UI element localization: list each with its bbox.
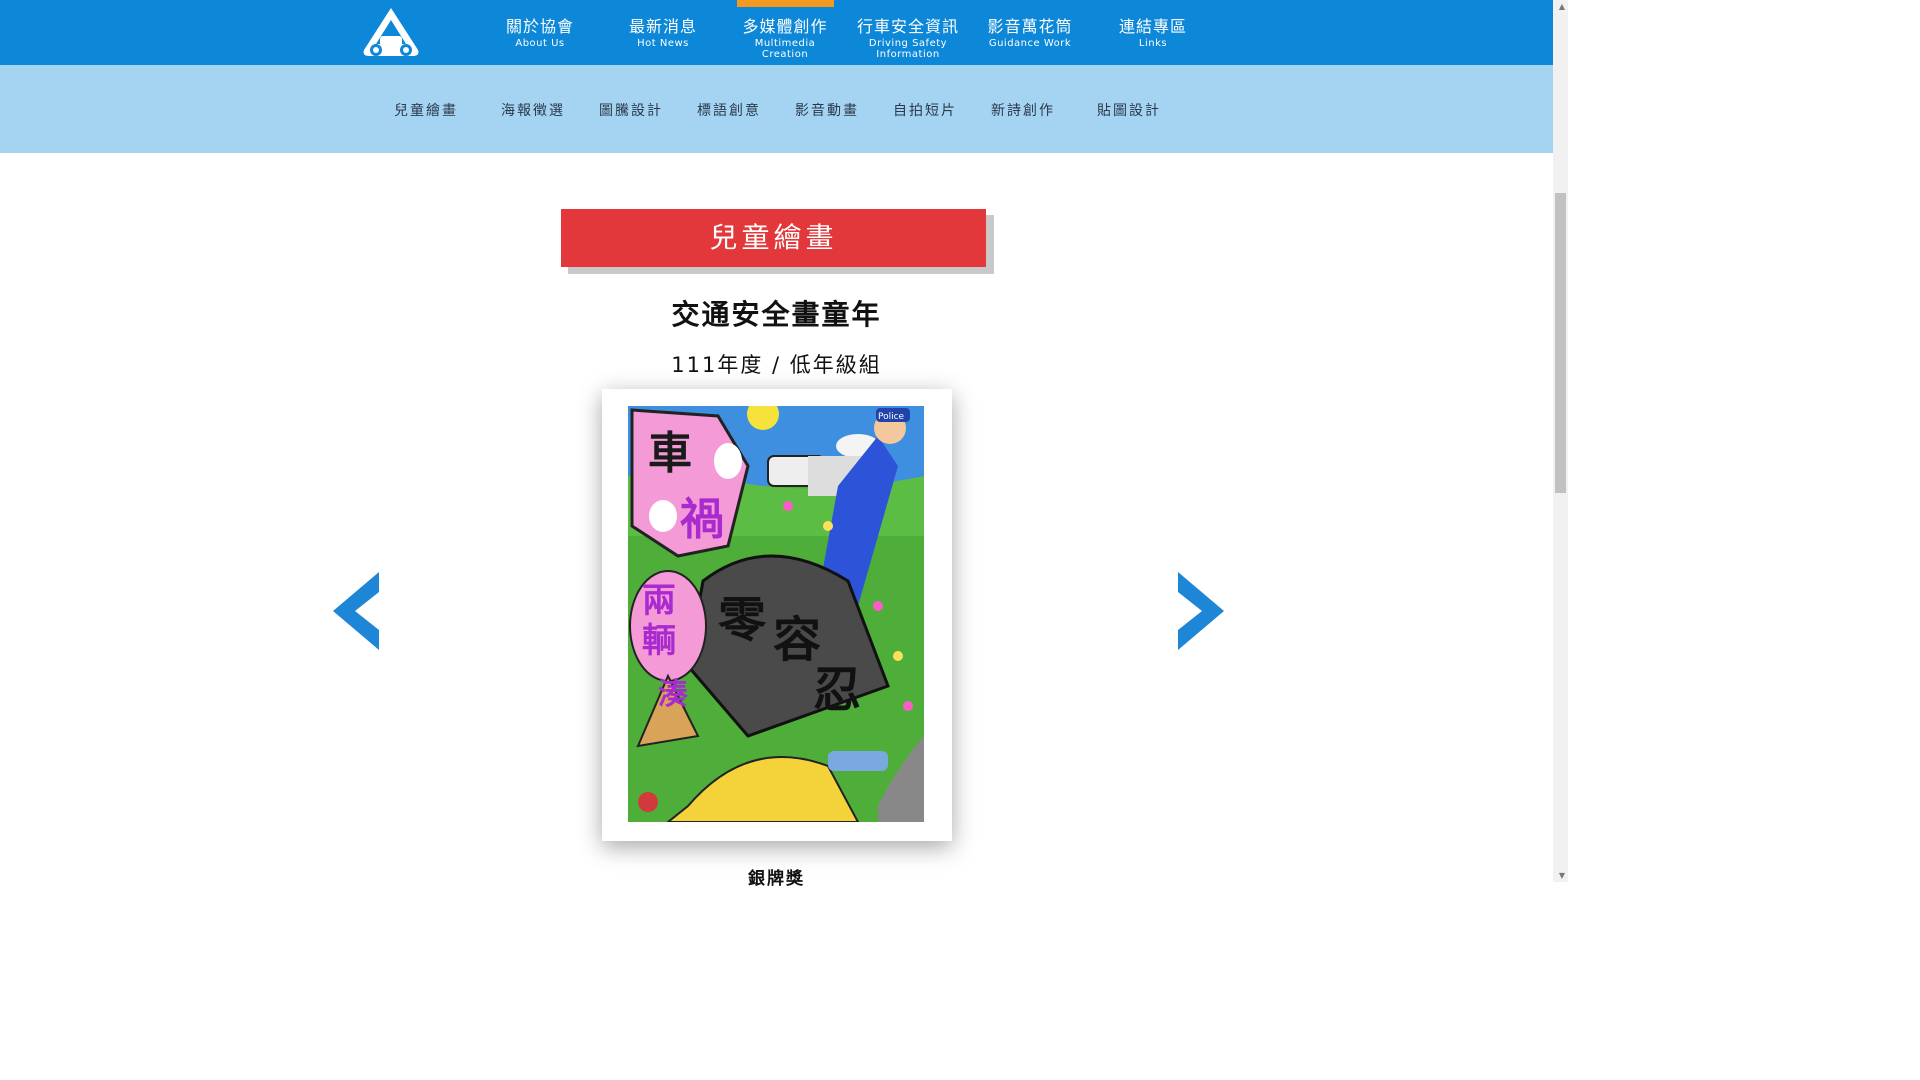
subnav-item-children-painting[interactable]: 兒童繪畫 — [394, 100, 458, 120]
nav-item-multimedia[interactable]: 多媒體創作 Multimedia Creation — [725, 0, 845, 65]
nav-label-zh: 關於協會 — [505, 17, 574, 36]
subnav-item-poster[interactable]: 海報徵選 — [501, 100, 565, 120]
artwork-painting[interactable]: 車 禍 Police 零 容 忍 兩 輌 湊 — [628, 406, 924, 822]
chevron-left-icon[interactable] — [327, 570, 385, 652]
subnav-item-totem[interactable]: 圖騰設計 — [599, 100, 663, 120]
artwork-frame: 車 禍 Police 零 容 忍 兩 輌 湊 — [602, 389, 952, 841]
nav-label-zh: 行車安全資訊 — [856, 17, 959, 36]
painting-char-two: 零 — [718, 592, 767, 648]
nav-label-en: Links — [1138, 38, 1168, 49]
nav-item-about[interactable]: 關於協會 About Us — [480, 0, 600, 65]
car-logo-icon[interactable] — [360, 6, 422, 58]
nav-item-links[interactable]: 連結專區 Links — [1093, 0, 1213, 65]
painting-char-rong: 容 — [773, 612, 821, 668]
nav-label-zh: 多媒體創作 — [742, 17, 828, 36]
subnav-item-poetry[interactable]: 新詩創作 — [991, 100, 1055, 120]
subnav-item-slogan[interactable]: 標語創意 — [697, 100, 761, 120]
scroll-down-icon[interactable]: ▼ — [1559, 871, 1565, 880]
subnav-item-animation[interactable]: 影音動畫 — [795, 100, 859, 120]
scrollbar[interactable]: ▲ ▼ — [1553, 0, 1568, 882]
painting-char-liang: 兩 — [642, 581, 676, 621]
painting-char-ren: 忍 — [813, 662, 861, 718]
nav-item-driving-safety[interactable]: 行車安全資訊 Driving Safety Information — [848, 0, 968, 65]
page-subtitle: 111年度 / 低年級組 — [671, 353, 882, 377]
subnav-item-sticker[interactable]: 貼圖設計 — [1097, 100, 1161, 120]
nav-label-en: Guidance Work — [988, 38, 1072, 49]
award-label: 銀牌獎 — [748, 869, 805, 889]
sub-nav-bar — [0, 65, 1553, 153]
nav-label-zh: 影音萬花筒 — [987, 17, 1073, 36]
nav-item-news[interactable]: 最新消息 Hot News — [603, 0, 723, 65]
nav-label-en: Hot News — [637, 38, 689, 49]
chevron-right-icon[interactable] — [1172, 570, 1230, 652]
painting-char-cou: 湊 — [658, 677, 688, 712]
subnav-item-selfie-video[interactable]: 自拍短片 — [893, 100, 957, 120]
page-title: 交通安全畫童年 — [671, 298, 882, 331]
painting-text-police: Police — [878, 412, 905, 422]
section-banner: 兒童繪畫 — [561, 209, 986, 267]
top-nav-bar: 關於協會 About Us 最新消息 Hot News 多媒體創作 Multim… — [0, 0, 1553, 65]
painting-char-accident: 禍 — [680, 494, 724, 545]
nav-label-en: Multimedia Creation — [754, 38, 816, 60]
scroll-up-icon[interactable]: ▲ — [1559, 2, 1565, 11]
scrollbar-thumb[interactable] — [1555, 193, 1566, 493]
painting-char-liang2: 輌 — [642, 621, 676, 661]
painting-char-car: 車 — [648, 428, 692, 479]
nav-label-zh: 連結專區 — [1118, 17, 1187, 36]
nav-item-guidance[interactable]: 影音萬花筒 Guidance Work — [970, 0, 1090, 65]
nav-label-zh: 最新消息 — [628, 17, 697, 36]
nav-label-en: About Us — [515, 38, 565, 49]
nav-label-en: Driving Safety Information — [868, 38, 948, 60]
